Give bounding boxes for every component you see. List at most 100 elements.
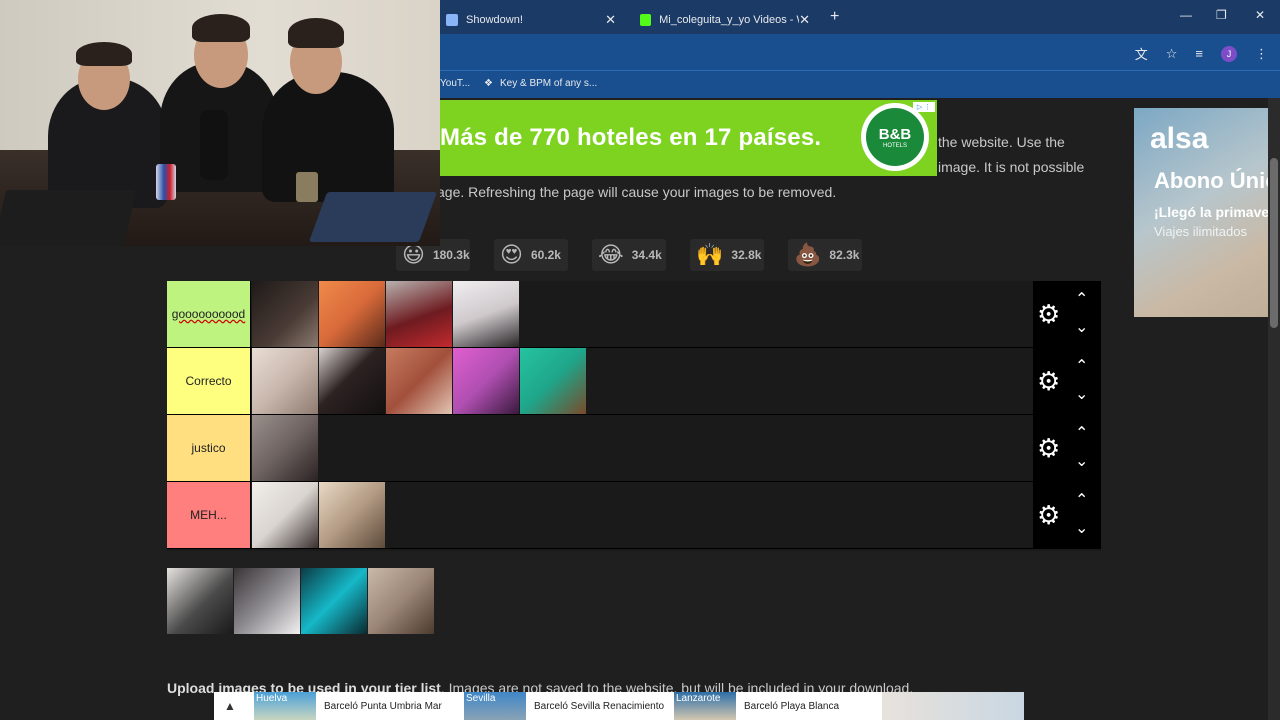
tier-row: MEH... ⚙ ⌃ ⌄: [167, 482, 1101, 549]
hotel-location: Lanzarote: [676, 693, 721, 704]
translate-icon[interactable]: 文: [1135, 44, 1148, 63]
hotel-name: Barceló Playa Blanca: [744, 700, 840, 712]
tier-image[interactable]: [319, 348, 385, 414]
tier-image[interactable]: [386, 348, 452, 414]
toolbar-icons: 文 ☆ ≡ J ⋮: [1135, 44, 1268, 63]
hotel-thumbnail: Lanzarote: [674, 692, 736, 720]
tier-items: [252, 281, 520, 347]
chevron-up-icon[interactable]: ⌃: [1075, 490, 1088, 510]
scroll-thumb[interactable]: [1270, 158, 1278, 328]
reaction-love[interactable]: 😍 60.2k: [494, 239, 568, 271]
screen: Showdown! ✕ Mi_coleguita_y_yo Videos - W…: [0, 0, 1280, 720]
tier-controls: ⚙ ⌃ ⌄: [1033, 281, 1101, 348]
menu-icon[interactable]: ⋮: [1255, 46, 1268, 62]
profile-avatar[interactable]: J: [1221, 45, 1237, 62]
chevron-up-icon[interactable]: ⌃: [1075, 423, 1088, 443]
tier-image[interactable]: [453, 348, 519, 414]
tab-showdown[interactable]: Showdown! ✕: [436, 6, 626, 34]
media-control-icon[interactable]: ≡: [1195, 46, 1203, 61]
hotel-name: Barceló Sevilla Renacimiento: [534, 700, 665, 712]
tier-image[interactable]: [520, 348, 586, 414]
ad-title: Abono Únic: [1154, 168, 1268, 193]
gear-icon[interactable]: ⚙: [1037, 501, 1060, 529]
pool-image[interactable]: [368, 568, 434, 634]
raised-hands-icon: 🙌: [696, 242, 724, 267]
tier-label[interactable]: goooooooood: [167, 281, 251, 347]
pool-image[interactable]: [234, 568, 300, 634]
reaction-praise[interactable]: 🙌 32.8k: [690, 239, 764, 271]
bookmark-icon: ❖: [484, 78, 493, 89]
reaction-count: 32.8k: [731, 248, 762, 262]
collapse-arrow-icon[interactable]: ▲: [224, 699, 236, 713]
reaction-count: 82.3k: [829, 248, 860, 262]
reaction-count: 180.3k: [432, 248, 470, 262]
tier-label[interactable]: justico: [167, 415, 251, 481]
ad-headline: Más de 770 hoteles en 17 países.: [440, 124, 822, 151]
window-close-button[interactable]: ✕: [1255, 8, 1265, 22]
image-pool: [167, 568, 435, 634]
restore-button[interactable]: ❐: [1216, 8, 1227, 22]
tier-controls: ⚙ ⌃ ⌄: [1033, 482, 1101, 549]
tier-label-text: goooooooood: [171, 307, 246, 321]
tier-image[interactable]: [252, 482, 318, 548]
ad-caption: Viajes ilimitados: [1154, 224, 1247, 239]
hotel-location: Sevilla: [466, 693, 496, 704]
tab-close-icon[interactable]: ✕: [799, 12, 810, 28]
reaction-poop[interactable]: 💩 82.3k: [788, 239, 862, 271]
tier-label-text: MEH...: [190, 508, 227, 522]
chevron-down-icon[interactable]: ⌄: [1075, 384, 1088, 404]
cup: [296, 172, 318, 202]
bookmark-star-icon[interactable]: ☆: [1166, 46, 1178, 62]
chevron-up-icon[interactable]: ⌃: [1075, 289, 1088, 309]
tier-label[interactable]: MEH...: [167, 482, 251, 548]
gear-icon[interactable]: ⚙: [1037, 367, 1060, 395]
hotel-ad-banner[interactable]: Más de 770 hoteles en 17 países. B&B HOT…: [440, 100, 937, 176]
ad-hotel-item[interactable]: Huelva Barceló Punta Umbria Mar: [254, 692, 442, 720]
chevron-down-icon[interactable]: ⌄: [1075, 518, 1088, 538]
tier-label[interactable]: Correcto: [167, 348, 251, 414]
page-scrollbar[interactable]: [1268, 98, 1280, 720]
bb-hotels-logo: B&B HOTELS: [861, 103, 929, 171]
ad-side-image: [882, 692, 1024, 720]
minimize-button[interactable]: —: [1180, 8, 1192, 22]
tier-image[interactable]: [319, 482, 385, 548]
heart-eyes-icon: 😍: [500, 242, 523, 267]
reaction-count: 60.2k: [530, 248, 561, 262]
tier-image[interactable]: [386, 281, 452, 347]
tab-close-icon[interactable]: ✕: [605, 12, 616, 28]
chevron-up-icon[interactable]: ⌃: [1075, 356, 1088, 376]
tier-image[interactable]: [453, 281, 519, 347]
tier-list: goooooooood ⚙ ⌃ ⌄ Correcto ⚙ ⌃ ⌄ justico…: [167, 281, 1101, 551]
tier-image[interactable]: [252, 281, 318, 347]
reaction-laugh[interactable]: 😂 34.4k: [592, 239, 666, 271]
webcam-overlay: [0, 0, 440, 246]
tier-image[interactable]: [252, 415, 318, 481]
new-tab-button[interactable]: +: [830, 8, 839, 26]
hotel-thumbnail: Huelva: [254, 692, 316, 720]
tier-row: goooooooood ⚙ ⌃ ⌄: [167, 281, 1101, 348]
hotel-location: Huelva: [256, 693, 288, 704]
logo-main: B&B: [878, 125, 912, 143]
gear-icon[interactable]: ⚙: [1037, 434, 1060, 462]
bottom-hotel-ad[interactable]: ▲ Huelva Barceló Punta Umbria Mar Sevill…: [214, 692, 1024, 720]
bookmark-youtube[interactable]: YouT...: [440, 78, 470, 89]
tier-items: [252, 348, 587, 414]
adchoices-icon[interactable]: ▷ ⋮: [913, 102, 935, 112]
laugh-icon: 😂: [598, 242, 624, 267]
tab-kick-videos[interactable]: Mi_coleguita_y_yo Videos - Wa ✕: [630, 6, 820, 34]
alsa-ad[interactable]: alsa Abono Únic ¡Llegó la primave Viajes…: [1134, 108, 1268, 317]
pool-image[interactable]: [301, 568, 367, 634]
tier-items: [252, 415, 319, 481]
laptop: [0, 190, 136, 246]
pool-image[interactable]: [167, 568, 233, 634]
chevron-down-icon[interactable]: ⌄: [1075, 451, 1088, 471]
gear-icon[interactable]: ⚙: [1037, 300, 1060, 328]
tier-image[interactable]: [319, 281, 385, 347]
chevron-down-icon[interactable]: ⌄: [1075, 317, 1088, 337]
tier-image[interactable]: [252, 348, 318, 414]
ad-hotel-item[interactable]: Sevilla Barceló Sevilla Renacimiento: [464, 692, 664, 720]
tier-row: Correcto ⚙ ⌃ ⌄: [167, 348, 1101, 415]
bookmark-key-bpm[interactable]: Key & BPM of any s...: [500, 78, 597, 89]
ad-hotel-item[interactable]: Lanzarote Barceló Playa Blanca: [674, 692, 839, 720]
reaction-count: 34.4k: [631, 248, 662, 262]
